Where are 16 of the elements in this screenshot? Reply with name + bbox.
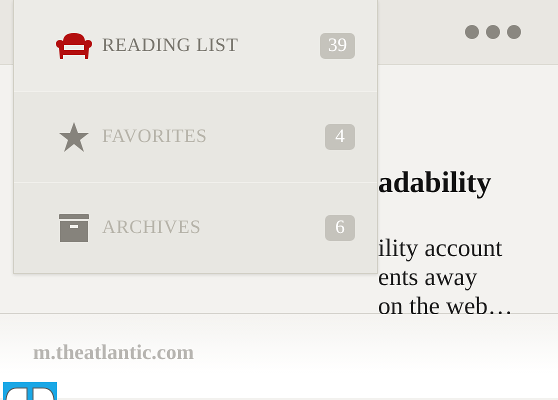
more-icon[interactable] [465, 25, 521, 39]
star-icon [58, 121, 90, 153]
source-domain: m.theatlantic.com [33, 340, 195, 365]
archive-box-icon [59, 214, 89, 242]
article-heading: adability [378, 168, 492, 198]
app-icon[interactable] [3, 382, 57, 400]
count-badge: 6 [325, 215, 355, 241]
armchair-icon [55, 32, 93, 60]
article-text-line: ility account [378, 234, 504, 263]
menu-item-label[interactable]: READING LIST [102, 34, 320, 56]
article-text-line: ents away [378, 263, 478, 292]
count-badge: 39 [320, 32, 355, 58]
menu-item-label[interactable]: ARCHIVES [102, 217, 325, 239]
article-text-line: on the web… [378, 292, 514, 321]
menu-item-label[interactable]: FAVORITES [102, 126, 325, 148]
count-badge: 4 [325, 124, 355, 150]
